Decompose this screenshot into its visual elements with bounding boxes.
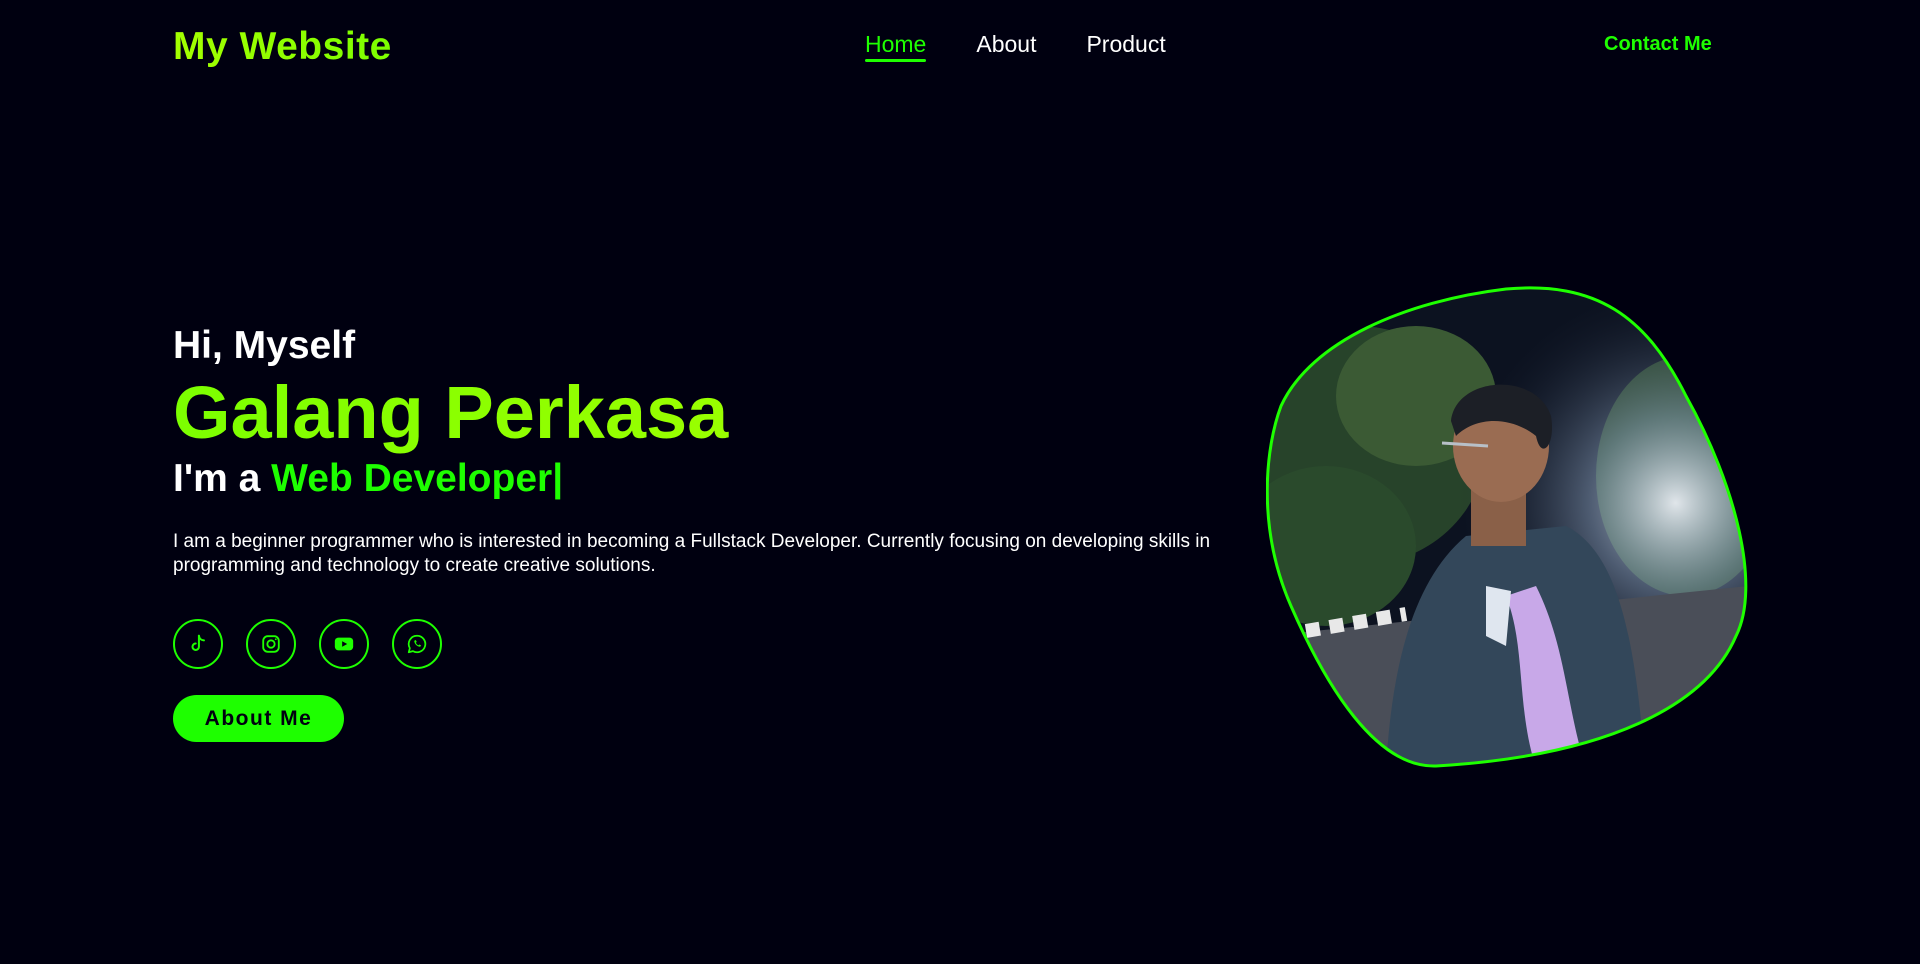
instagram-icon [262, 635, 280, 653]
nav-link-home[interactable]: Home [865, 30, 927, 62]
role-prefix: I'm a [173, 457, 272, 500]
profile-photo [1266, 286, 1748, 768]
tiktok-icon [191, 634, 205, 651]
tiktok-link[interactable] [173, 619, 223, 669]
hero-role: I'm a Web Developer| [173, 456, 1273, 502]
instagram-link[interactable] [246, 619, 296, 669]
hero-name: Galang Perkasa [173, 370, 1273, 456]
hero-intro: Hi, Myself Galang Perkasa I'm a Web Deve… [173, 322, 1273, 578]
main-nav: Home About Product [865, 30, 1166, 62]
role-highlight: Web Developer| [271, 457, 564, 500]
hero-greeting: Hi, Myself [173, 324, 356, 367]
hero-description: I am a beginner programmer who is intere… [173, 531, 1211, 576]
youtube-link[interactable] [319, 619, 369, 669]
whatsapp-link[interactable] [392, 619, 442, 669]
nav-link-about[interactable]: About [976, 30, 1036, 62]
site-header: My Website Home About Product Contact Me [0, 0, 1920, 92]
nav-link-product[interactable]: Product [1086, 30, 1165, 62]
whatsapp-icon [407, 634, 427, 654]
social-links [173, 619, 442, 669]
site-logo[interactable]: My Website [173, 24, 392, 70]
contact-link[interactable]: Contact Me [1604, 33, 1712, 56]
about-me-button[interactable]: About Me [173, 695, 344, 742]
youtube-icon [334, 637, 354, 651]
profile-photo-image [1266, 286, 1748, 768]
